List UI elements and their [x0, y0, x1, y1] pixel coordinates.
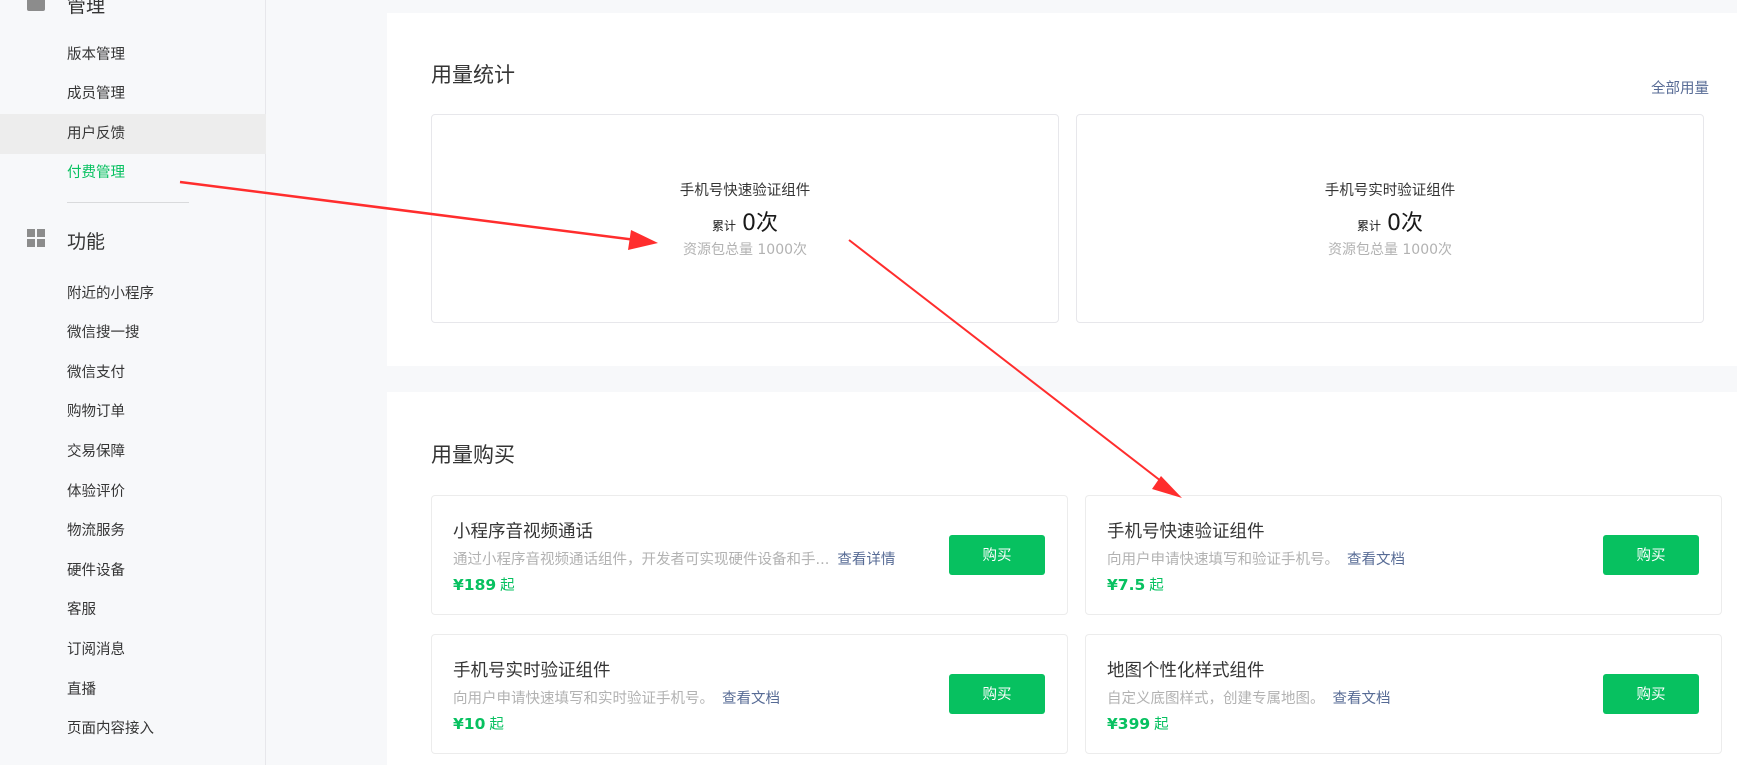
sidebar-group-label: 管理	[67, 0, 106, 17]
sidebar-item-service[interactable]: 客服	[0, 590, 266, 630]
sidebar-item-logistics[interactable]: 物流服务	[0, 511, 266, 551]
price-suffix: 起	[1154, 717, 1169, 733]
sidebar-item-feedback[interactable]: 用户反馈	[0, 114, 266, 154]
usage-stats-title: 用量统计	[431, 63, 515, 87]
sidebar-item-pay[interactable]: 微信支付	[0, 353, 266, 393]
sidebar-item-guarantee[interactable]: 交易保障	[0, 432, 266, 472]
buy-button[interactable]: 购买	[1603, 674, 1699, 714]
buy-card-name: 地图个性化样式组件	[1107, 661, 1265, 681]
stat-count-value: 0次	[1387, 211, 1423, 236]
stat-card-count: 累计 0次	[432, 205, 1058, 237]
sidebar-item-payment[interactable]: 付费管理	[0, 153, 266, 193]
stat-card-total: 资源包总量 1000次	[1327, 242, 1453, 258]
stat-count-prefix: 累计	[1356, 219, 1381, 233]
view-details-link[interactable]: 查看详情	[837, 552, 895, 568]
buy-card-name: 小程序音视频通话	[453, 522, 593, 542]
buy-card-desc: 向用户申请快速填写和实时验证手机号。 查看文档	[453, 687, 780, 708]
stat-card-total: 资源包总量 1000次	[682, 242, 808, 258]
usage-buy-panel: 用量购买 小程序音视频通话 通过小程序音视频通话组件，开发者可实现硬件设备和手.…	[387, 392, 1737, 765]
buy-card: 手机号快速验证组件 向用户申请快速填写和验证手机号。 查看文档 ¥7.5 起 购买	[1085, 495, 1722, 615]
grid-icon	[26, 228, 46, 253]
sidebar-group-feature: 功能	[0, 228, 266, 253]
buy-card-price: ¥399 起	[1107, 713, 1169, 734]
price-suffix: 起	[500, 578, 515, 594]
price-suffix: 起	[1149, 578, 1164, 594]
buy-card-desc-text: 自定义底图样式，创建专属地图。	[1107, 691, 1325, 707]
stat-card: 手机号快速验证组件 累计 0次 资源包总量 1000次	[431, 114, 1059, 323]
box-icon	[26, 0, 46, 17]
buy-card-price: ¥189 起	[453, 574, 515, 595]
stat-card-count: 累计 0次	[1077, 205, 1703, 237]
price-value: ¥189	[453, 576, 497, 594]
buy-card-price: ¥7.5 起	[1107, 574, 1164, 595]
price-value: ¥10	[453, 715, 486, 733]
buy-card-name: 手机号实时验证组件	[453, 661, 611, 681]
view-docs-link[interactable]: 查看文档	[722, 691, 780, 707]
buy-card: 小程序音视频通话 通过小程序音视频通话组件，开发者可实现硬件设备和手... 查看详…	[431, 495, 1068, 615]
sidebar-item-live[interactable]: 直播	[0, 670, 266, 710]
buy-button[interactable]: 购买	[949, 535, 1045, 575]
buy-card-desc: 向用户申请快速填写和验证手机号。 查看文档	[1107, 548, 1405, 569]
buy-card-name: 手机号快速验证组件	[1107, 522, 1265, 542]
buy-card-desc: 通过小程序音视频通话组件，开发者可实现硬件设备和手... 查看详情	[453, 548, 895, 569]
stat-count-value: 0次	[742, 211, 778, 236]
stat-card-name: 手机号快速验证组件	[679, 183, 811, 199]
sidebar-item-members[interactable]: 成员管理	[0, 74, 266, 114]
buy-card-desc-text: 向用户申请快速填写和验证手机号。	[1107, 552, 1339, 568]
sidebar-group-manage: 管理	[0, 0, 266, 17]
sidebar-divider	[67, 202, 189, 203]
view-docs-link[interactable]: 查看文档	[1347, 552, 1405, 568]
sidebar: 管理 版本管理 成员管理 用户反馈 付费管理 功能 附近的小程序 微信搜一搜 微…	[0, 0, 266, 765]
sidebar-item-subscribe[interactable]: 订阅消息	[0, 630, 266, 670]
usage-stats-panel: 用量统计 全部用量 手机号快速验证组件 累计 0次 资源包总量 1000次 手机号…	[387, 13, 1737, 366]
stat-card: 手机号实时验证组件 累计 0次 资源包总量 1000次	[1076, 114, 1704, 323]
stat-card-name: 手机号实时验证组件	[1324, 183, 1456, 199]
sidebar-item-hardware[interactable]: 硬件设备	[0, 551, 266, 591]
view-docs-link[interactable]: 查看文档	[1333, 691, 1391, 707]
price-value: ¥399	[1107, 715, 1151, 733]
buy-card-desc: 自定义底图样式，创建专属地图。 查看文档	[1107, 687, 1391, 708]
buy-card-desc-text: 通过小程序音视频通话组件，开发者可实现硬件设备和手...	[453, 552, 830, 568]
sidebar-item-search[interactable]: 微信搜一搜	[0, 313, 266, 353]
buy-button[interactable]: 购买	[1603, 535, 1699, 575]
buy-card-price: ¥10 起	[453, 713, 504, 734]
stat-count-prefix: 累计	[711, 219, 736, 233]
sidebar-item-orders[interactable]: 购物订单	[0, 392, 266, 432]
all-usage-link[interactable]: 全部用量	[1651, 77, 1709, 98]
sidebar-item-nearby[interactable]: 附近的小程序	[0, 274, 266, 314]
buy-card-desc-text: 向用户申请快速填写和实时验证手机号。	[453, 691, 714, 707]
sidebar-item-content[interactable]: 页面内容接入	[0, 709, 266, 749]
buy-card: 手机号实时验证组件 向用户申请快速填写和实时验证手机号。 查看文档 ¥10 起 购买	[431, 634, 1068, 754]
sidebar-item-version[interactable]: 版本管理	[0, 35, 266, 75]
buy-card: 地图个性化样式组件 自定义底图样式，创建专属地图。 查看文档 ¥399 起 购买	[1085, 634, 1722, 754]
sidebar-item-review[interactable]: 体验评价	[0, 472, 266, 512]
usage-buy-title: 用量购买	[431, 443, 515, 467]
price-value: ¥7.5	[1107, 576, 1146, 594]
sidebar-group-label: 功能	[67, 230, 106, 253]
price-suffix: 起	[489, 717, 504, 733]
buy-button[interactable]: 购买	[949, 674, 1045, 714]
